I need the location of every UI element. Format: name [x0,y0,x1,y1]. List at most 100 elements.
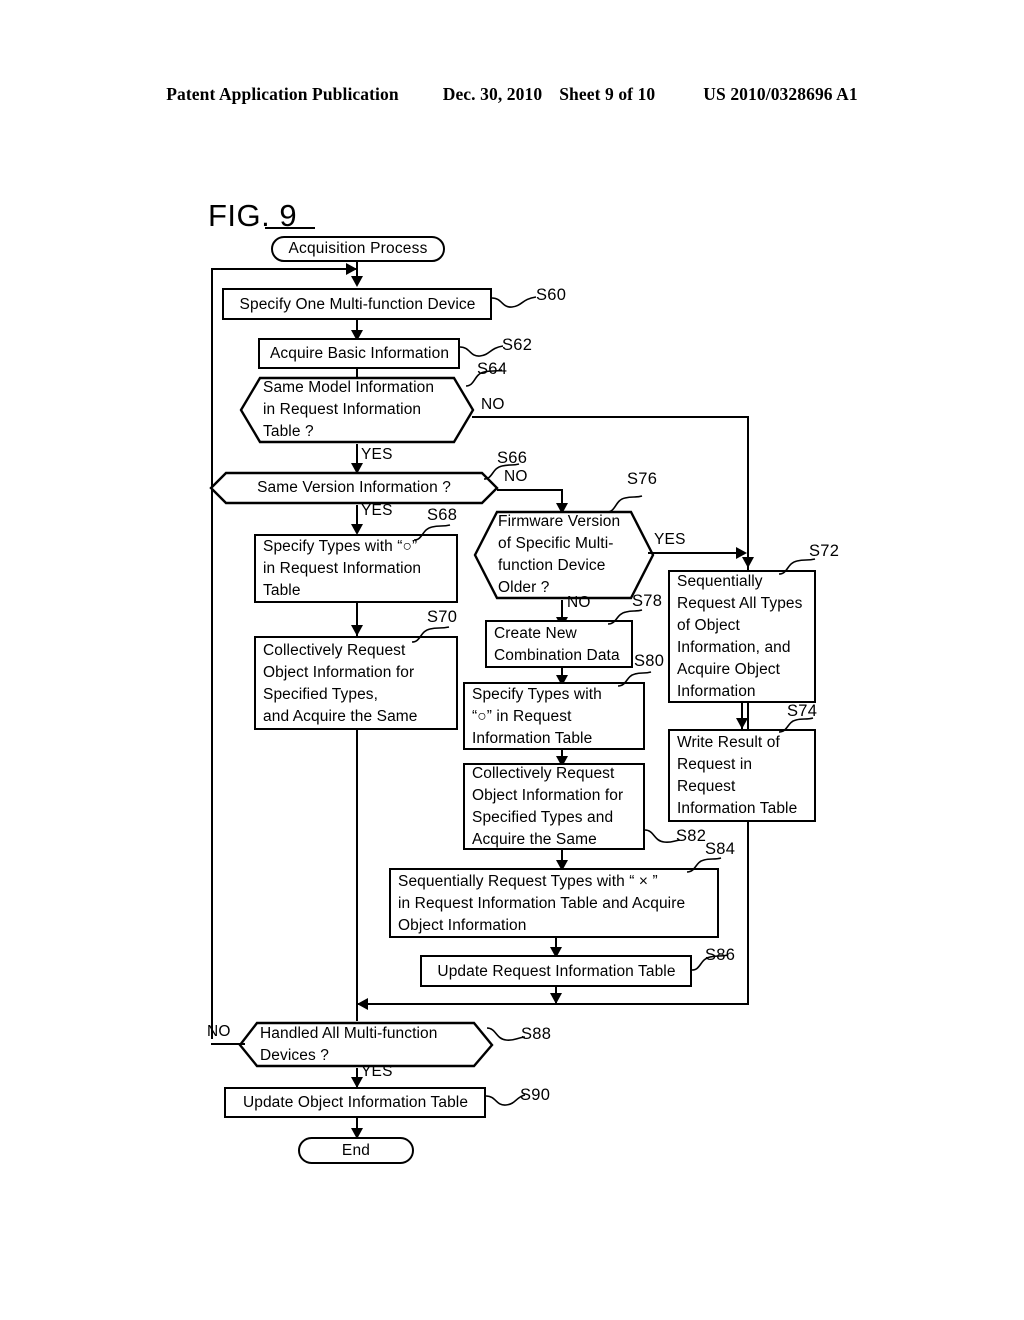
decision-s66-text: Same Version Information ? [209,471,499,505]
step-s78-line1: Create New [494,624,577,642]
step-s86-box: Update Request Information Table [420,955,692,987]
step-s82-line2: Object Information for [472,787,624,804]
step-s70-line4: and Acquire the Same [263,707,418,725]
arrowhead-start-to-s60 [351,276,363,287]
branch-label-s76-yes: YES [654,531,686,548]
leader-s68 [413,524,451,541]
step-s60-text: Specify One Multi-function Device [239,295,476,313]
step-ref-s70: S70 [427,608,458,626]
step-s70-box: Collectively Request Object Information … [254,636,458,730]
step-s82-line4: Acquire the Same [472,831,597,848]
step-s68-box: Specify Types with “○” in Request Inform… [254,534,458,603]
connector-s70-to-merge [356,730,358,1004]
step-ref-s84: S84 [705,840,736,858]
arrowhead-rail-into-s72 [742,557,754,568]
step-ref-s64: S64 [477,360,508,378]
decision-s76-line2: of Specific Multi- [498,535,614,552]
leader-s76 [606,495,643,513]
step-ref-s88: S88 [521,1025,552,1043]
decision-s76: Firmware Version of Specific Multi- func… [473,510,655,600]
arrowhead-s68-to-s70 [351,625,363,636]
step-s82-line1: Collectively Request [472,765,615,782]
publication-header: Patent Application Publication Dec. 30, … [0,84,1024,105]
step-ref-s60: S60 [536,286,567,304]
decision-s66-line1: Same Version Information ? [257,479,451,496]
step-s72-line2: Request All Types [677,595,803,612]
step-s84-box: Sequentially Request Types with “ × ” in… [389,868,719,938]
step-s82-box: Collectively Request Object Information … [463,763,645,850]
step-ref-s82: S82 [676,827,707,845]
connector-s88-no-horizontal [211,1043,245,1045]
step-s80-box: Specify Types with “○” in Request Inform… [463,682,645,750]
step-ref-s90: S90 [520,1086,551,1104]
branch-label-s64-no: NO [481,396,505,413]
step-s60-box: Specify One Multi-function Device [222,288,492,320]
step-s90-box: Update Object Information Table [224,1087,486,1118]
branch-label-s76-no: NO [567,594,591,611]
branch-label-s88-no: NO [207,1023,231,1040]
step-s72-line3: of Object [677,617,740,634]
step-s80-line3: Information Table [472,729,593,747]
step-s62-box: Acquire Basic Information [258,338,460,369]
feedback-loop-top-horizontal [211,268,357,270]
header-publication-number: US 2010/0328696 A1 [703,84,858,104]
leader-s84 [686,857,722,873]
step-s84-line3: Object Information [398,916,527,934]
connector-s76-yes-horizontal [648,552,744,554]
decision-s66: Same Version Information ? [209,471,499,505]
step-s78-line2: Combination Data [494,646,620,664]
step-s68-line2: in Request Information [263,560,422,577]
leader-s78 [607,609,643,625]
decision-s76-text: Firmware Version of Specific Multi- func… [473,510,655,600]
step-s74-line2: Request in [677,756,753,773]
decision-s88-text: Handled All Multi-function Devices ? [238,1021,494,1068]
branch-label-s66-no: NO [504,468,528,485]
arrowhead-feedback-into-spine [346,263,357,275]
connector-merge-to-s88 [356,1003,358,1021]
step-s80-line1: Specify Types with [472,685,602,703]
patent-drawing-page: Patent Application Publication Dec. 30, … [0,0,1024,1320]
header-sheet: Sheet 9 of 10 [559,84,656,104]
connector-s64-no-vertical [747,416,749,1005]
decision-s76-line4: Older ? [498,579,550,596]
decision-s76-line3: function Device [498,557,606,574]
end-terminal: End [298,1137,414,1164]
step-ref-s72: S72 [809,542,840,560]
leader-s62 [459,345,504,357]
connector-merge-horizontal [357,1003,749,1005]
step-ref-s80: S80 [634,652,665,670]
step-s72-line5: Acquire Object [677,661,781,678]
step-s74-line4: Information Table [677,800,798,817]
step-s86-text: Update Request Information Table [437,962,676,980]
step-s80-line2: “○” in Request [472,707,572,725]
step-s72-box: Sequentially Request All Types of Object… [668,570,816,703]
step-s90-text: Update Object Information Table [242,1094,469,1111]
step-ref-s62: S62 [502,336,533,354]
arrowhead-s72-to-s74 [736,718,748,729]
step-s70-line2: Object Information for [263,663,415,681]
step-s84-line1: Sequentially Request Types with “ × ” [398,872,658,890]
decision-s64-line3: Table ? [263,423,314,440]
header-date: Dec. 30, 2010 [442,84,543,104]
connector-s64-no-horizontal [472,416,749,418]
step-s68-line3: Table [263,582,301,599]
decision-s64-line2: in Request Information [263,401,422,418]
step-s74-box: Write Result of Request in Request Infor… [668,729,816,822]
figure-title-underline [265,227,315,229]
branch-label-s88-yes: YES [361,1063,393,1080]
header-publication-type: Patent Application Publication [166,84,399,104]
step-s82-line3: Specified Types and [472,809,614,826]
start-terminal: Acquisition Process [271,236,445,262]
start-terminal-label: Acquisition Process [288,240,428,257]
step-s72-line4: Information, and [677,639,791,656]
leader-s80 [617,671,652,687]
step-ref-s68: S68 [427,506,458,524]
connector-s66-no-horizontal [497,489,563,491]
branch-label-s66-yes: YES [361,502,393,519]
decision-s64: Same Model Information in Request Inform… [239,376,475,444]
end-terminal-label: End [341,1141,371,1159]
step-s70-line3: Specified Types, [263,685,379,703]
step-ref-s78: S78 [632,592,663,610]
leader-s70 [411,626,450,643]
step-ref-s66: S66 [497,449,528,467]
